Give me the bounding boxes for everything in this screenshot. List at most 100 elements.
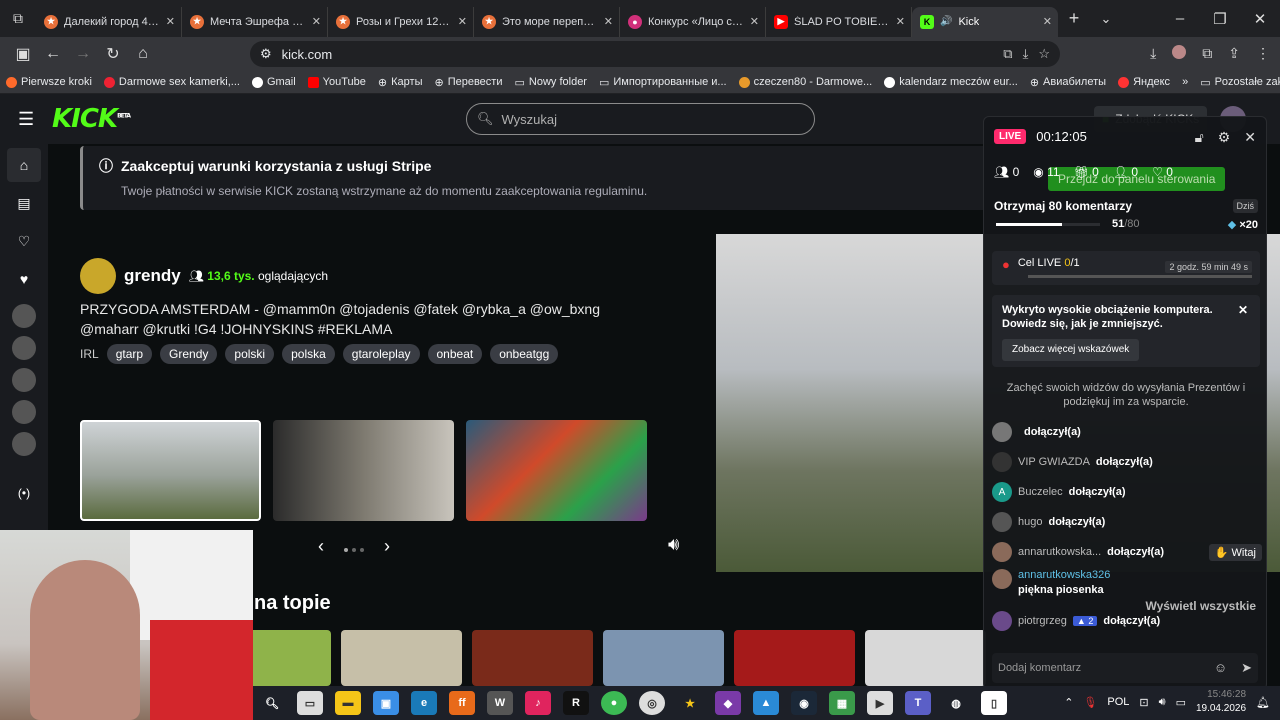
close-tab-icon[interactable]: ✕: [604, 15, 613, 28]
comment-input[interactable]: Dodaj komentarz ☺ ➤: [992, 653, 1258, 683]
browse-icon[interactable]: ▤: [7, 186, 41, 220]
close-tab-icon[interactable]: ✕: [312, 15, 321, 28]
stream-thumbnail[interactable]: [466, 420, 647, 521]
minimize-icon[interactable]: –: [1160, 10, 1200, 28]
extensions-icon[interactable]: ⧉: [1202, 45, 1212, 62]
category-card[interactable]: [341, 630, 462, 686]
tag-chip[interactable]: gtarp: [106, 344, 153, 364]
close-window-icon[interactable]: ✕: [1240, 10, 1280, 28]
show-all-button[interactable]: Wyświetl wszystkie: [1146, 599, 1257, 613]
close-warning-icon[interactable]: ✕: [1238, 303, 1248, 317]
battery-icon[interactable]: ▭: [1176, 696, 1186, 709]
teams-icon[interactable]: T: [905, 691, 931, 715]
category-card[interactable]: [603, 630, 724, 686]
tips-button[interactable]: Zobacz więcej wskazówek: [1002, 339, 1140, 361]
bookmark-item[interactable]: kalendarz meczów eur...: [884, 76, 1018, 88]
stream-thumbnail[interactable]: [80, 420, 261, 521]
share-icon[interactable]: ⇪: [1228, 45, 1240, 62]
back-icon[interactable]: ←: [38, 45, 68, 63]
following-icon[interactable]: ♡: [7, 224, 41, 258]
menu-icon[interactable]: ⋮: [1256, 45, 1270, 62]
streamer-name[interactable]: grendy: [124, 266, 181, 286]
kick-logo[interactable]: KICKBETA: [52, 104, 131, 134]
channel-avatar[interactable]: [12, 400, 36, 424]
hamburger-menu-icon[interactable]: ☰: [18, 109, 34, 130]
bookmark-item[interactable]: ▭ Импортированные и...: [599, 76, 727, 89]
browser-tab[interactable]: ★ Розы и Грехи 12 сер ✕: [328, 6, 474, 37]
bookmark-item[interactable]: ⊕ Перевести: [434, 76, 502, 89]
browser-tab[interactable]: ★ Мечта Эшрефа 28 се ✕: [182, 6, 328, 37]
bookmark-item[interactable]: Яндекс: [1118, 76, 1170, 88]
task-view-icon[interactable]: ▭: [297, 691, 323, 715]
firefox-icon[interactable]: ff: [449, 691, 475, 715]
category-card[interactable]: [865, 630, 986, 686]
tab-actions-icon[interactable]: ⧉: [0, 10, 36, 27]
bookmark-item[interactable]: ⊕ Авиабилеты: [1030, 76, 1106, 89]
chat-username[interactable]: annarutkowska326: [1018, 569, 1110, 581]
browser-tab[interactable]: ▶ ŚLAD PO TOBIE – MIL ✕: [766, 6, 912, 37]
restore-icon[interactable]: ❐: [1200, 10, 1240, 28]
search-icon[interactable]: 🔍︎: [259, 691, 285, 715]
close-tab-icon[interactable]: ✕: [896, 15, 905, 28]
channel-avatar[interactable]: [12, 432, 36, 456]
app-icon[interactable]: W: [487, 691, 513, 715]
tag-chip[interactable]: onbeatgg: [490, 344, 559, 364]
profile-icon[interactable]: [1172, 45, 1187, 59]
bookmark-item[interactable]: YouTube: [307, 76, 366, 88]
star-app-icon[interactable]: ★: [677, 691, 703, 715]
install-icon[interactable]: ⤓: [1023, 46, 1029, 62]
channel-avatar[interactable]: [12, 336, 36, 360]
tag-chip[interactable]: Grendy: [160, 344, 218, 364]
home-icon[interactable]: ⌂: [7, 148, 41, 182]
volume-icon[interactable]: 🔊︎: [1159, 696, 1166, 709]
close-icon[interactable]: ✕: [1244, 129, 1256, 146]
rockstar-icon[interactable]: R: [563, 691, 589, 715]
bookmark-star-icon[interactable]: ☆: [1038, 46, 1050, 62]
tag-chip[interactable]: gtaroleplay: [342, 344, 420, 364]
steam-icon[interactable]: ◉: [791, 691, 817, 715]
volume-icon[interactable]: 🔊︎: [668, 534, 679, 555]
channel-avatar[interactable]: [12, 368, 36, 392]
photos-icon[interactable]: ▣: [373, 691, 399, 715]
welcome-button[interactable]: ✋ Witaj: [1208, 543, 1262, 561]
network-icon[interactable]: ⊡: [1139, 696, 1148, 709]
streamer-avatar[interactable]: [80, 258, 116, 294]
live-broadcast-icon[interactable]: (•): [7, 476, 41, 510]
bookmark-item[interactable]: ▭ Nowy folder: [514, 76, 586, 89]
browser-tab[interactable]: ★ Это море переполни ✕: [474, 6, 620, 37]
cast-icon[interactable]: ⧉: [1003, 46, 1012, 62]
stream-category[interactable]: IRL: [80, 347, 99, 361]
settings-icon[interactable]: ⚙: [1218, 129, 1231, 146]
app-icon[interactable]: ▦: [829, 691, 855, 715]
file-explorer-icon[interactable]: ▬: [335, 691, 361, 715]
tab-search-icon[interactable]: ⌄: [1090, 11, 1122, 27]
bookmark-item[interactable]: ⊕ Карты: [378, 76, 423, 89]
other-bookmarks[interactable]: ▭Pozostałe zakładki: [1200, 76, 1280, 89]
close-tab-icon[interactable]: ✕: [1043, 15, 1052, 28]
notification-icon[interactable]: 🔔︎: [1256, 696, 1270, 709]
app-icon[interactable]: ▲: [753, 691, 779, 715]
send-icon[interactable]: ➤: [1241, 660, 1252, 676]
close-tab-icon[interactable]: ✕: [458, 15, 467, 28]
site-info-icon[interactable]: ⚙: [260, 46, 272, 62]
app-icon[interactable]: ◎: [639, 691, 665, 715]
bookmark-item[interactable]: Pierwsze kroki: [6, 76, 92, 88]
download-icon[interactable]: ⤓: [1150, 45, 1156, 62]
media-player-icon[interactable]: ▶: [867, 691, 893, 715]
lock-icon[interactable]: 🔓︎: [1195, 129, 1204, 146]
heart-icon[interactable]: ♥: [7, 262, 41, 296]
category-card[interactable]: [472, 630, 593, 686]
url-field[interactable]: ⚙ kick.com ⧉ ⤓ ☆: [250, 41, 1060, 67]
edge-icon[interactable]: e: [411, 691, 437, 715]
search-input[interactable]: 🔍︎ Wyszukaj: [466, 103, 815, 135]
emoji-icon[interactable]: ☺: [1214, 660, 1227, 676]
forward-icon[interactable]: →: [68, 45, 98, 63]
home-icon[interactable]: ⌂: [128, 45, 158, 63]
tag-chip[interactable]: polski: [225, 344, 275, 364]
stream-thumbnail[interactable]: [273, 420, 454, 521]
channel-avatar[interactable]: [12, 304, 36, 328]
bookmark-item[interactable]: czeczen80 - Darmowe...: [738, 76, 872, 88]
tiktok-icon[interactable]: ♪: [525, 691, 551, 715]
sidebar-toggle-icon[interactable]: ▣: [8, 44, 38, 64]
close-tab-icon[interactable]: ✕: [166, 15, 175, 28]
